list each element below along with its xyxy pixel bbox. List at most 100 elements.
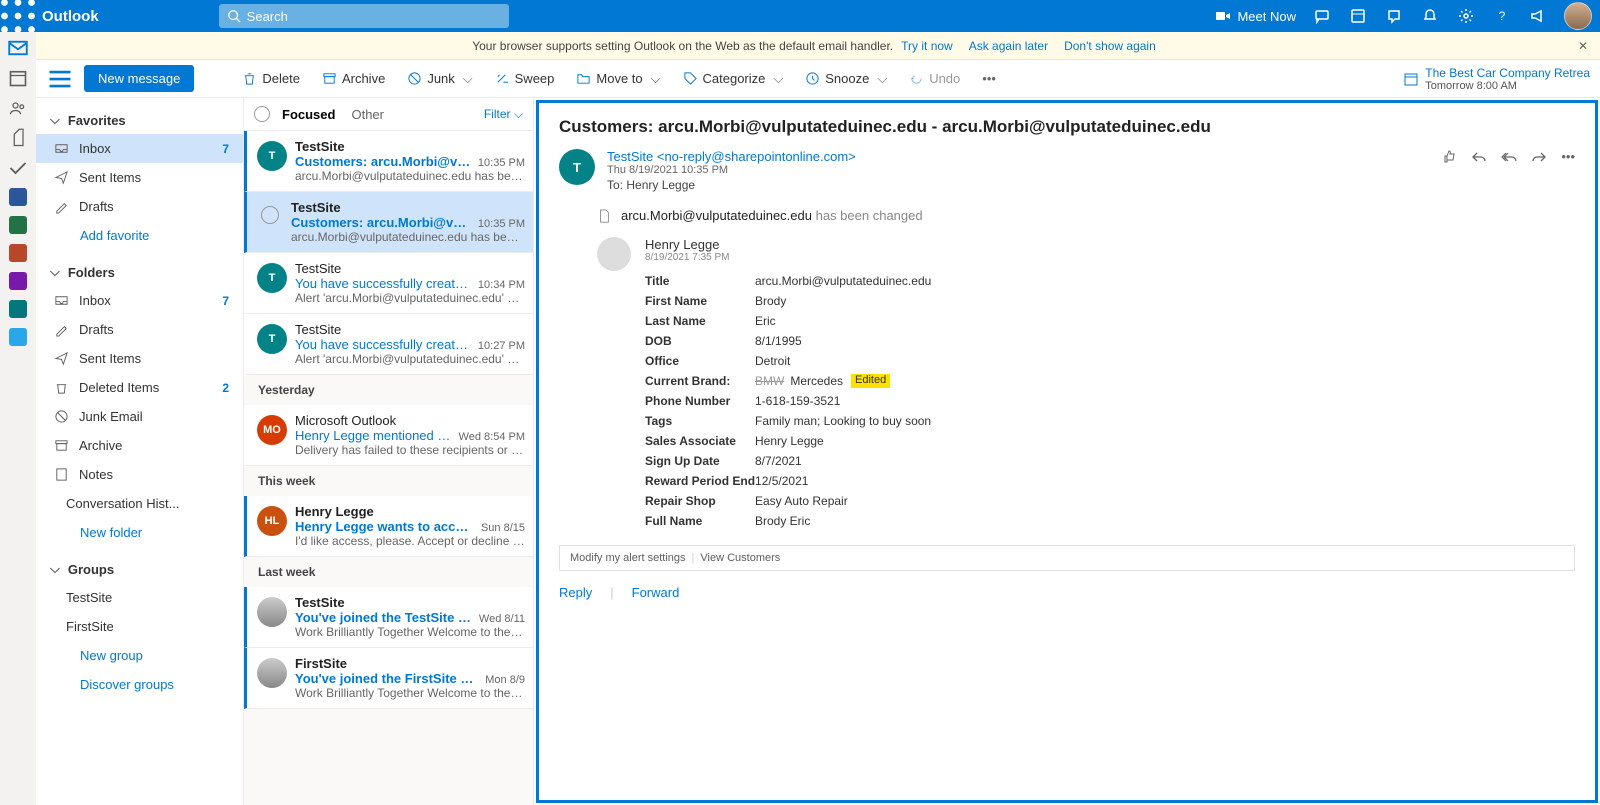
add-favorite[interactable]: Add favorite bbox=[36, 221, 243, 250]
snooze-button[interactable]: Snooze⌵ bbox=[797, 67, 895, 91]
user-avatar[interactable] bbox=[1564, 2, 1592, 30]
search-input[interactable] bbox=[247, 9, 501, 24]
yammer-icon[interactable] bbox=[9, 300, 27, 318]
banner-close-icon[interactable]: ✕ bbox=[1578, 39, 1588, 53]
banner-try-now[interactable]: Try it now bbox=[901, 39, 953, 53]
chat-icon[interactable] bbox=[1304, 0, 1340, 32]
bell-icon[interactable] bbox=[1412, 0, 1448, 32]
tips-icon[interactable] bbox=[1376, 0, 1412, 32]
more-icon[interactable]: ••• bbox=[1561, 149, 1575, 168]
message-time: Wed 8/11 bbox=[479, 613, 525, 625]
message-from: Henry Legge bbox=[295, 504, 525, 519]
archive-button[interactable]: Archive bbox=[314, 67, 393, 90]
people-icon[interactable] bbox=[8, 98, 28, 118]
calendar-icon[interactable] bbox=[8, 68, 28, 88]
powerpoint-icon[interactable] bbox=[9, 244, 27, 262]
more-button[interactable]: ••• bbox=[974, 67, 1004, 90]
message-item[interactable]: TestSiteCustomers: arcu.Morbi@vulputa...… bbox=[244, 192, 533, 253]
message-item[interactable]: TTestSiteCustomers: arcu.Morbi@vulputa..… bbox=[244, 131, 533, 192]
message-time: 10:27 PM bbox=[478, 340, 525, 352]
delete-button[interactable]: Delete bbox=[234, 67, 308, 90]
move-to-button[interactable]: Move to⌵ bbox=[568, 67, 668, 91]
megaphone-icon[interactable] bbox=[1520, 0, 1556, 32]
tag-icon bbox=[683, 71, 698, 86]
next-meeting-widget[interactable]: The Best Car Company RetreaTomorrow 8:00… bbox=[1403, 66, 1590, 92]
reply-link[interactable]: Reply bbox=[559, 585, 592, 600]
tab-other[interactable]: Other bbox=[351, 107, 384, 122]
favorites-header[interactable]: ⌵Favorites bbox=[36, 106, 243, 134]
word-icon[interactable] bbox=[9, 188, 27, 206]
trash-icon bbox=[54, 380, 69, 395]
nav-archive[interactable]: Archive bbox=[36, 431, 243, 460]
new-group[interactable]: New group bbox=[36, 641, 243, 670]
chevron-down-icon: ⌵ bbox=[463, 71, 473, 87]
message-item[interactable]: FirstSiteYou've joined the FirstSite gro… bbox=[244, 648, 533, 709]
modify-alert-link[interactable]: Modify my alert settings bbox=[570, 552, 686, 564]
forward-link[interactable]: Forward bbox=[632, 585, 680, 600]
message-time: 10:35 PM bbox=[478, 218, 525, 230]
files-icon[interactable] bbox=[8, 128, 28, 148]
nav-group-testsite[interactable]: TestSite bbox=[36, 583, 243, 612]
excel-icon[interactable] bbox=[9, 216, 27, 234]
nav-sent[interactable]: Sent Items bbox=[36, 163, 243, 192]
onenote-icon[interactable] bbox=[9, 272, 27, 290]
message-from: TestSite bbox=[291, 200, 525, 215]
tab-focused[interactable]: Focused bbox=[282, 107, 335, 122]
filter-button[interactable]: Filter ⌵ bbox=[484, 107, 523, 122]
message-from: TestSite bbox=[295, 595, 525, 610]
app-launcher[interactable] bbox=[0, 0, 36, 32]
reply-all-icon[interactable] bbox=[1501, 149, 1517, 168]
message-item[interactable]: TestSiteYou've joined the TestSite group… bbox=[244, 587, 533, 648]
message-item[interactable]: MOMicrosoft OutlookHenry Legge mentioned… bbox=[244, 405, 533, 466]
meet-now-button[interactable]: Meet Now bbox=[1211, 0, 1304, 32]
nav-sent-2[interactable]: Sent Items bbox=[36, 344, 243, 373]
nav-deleted[interactable]: Deleted Items2 bbox=[36, 373, 243, 402]
new-message-button[interactable]: New message bbox=[84, 65, 194, 92]
message-item[interactable]: TTestSiteYou have successfully created a… bbox=[244, 253, 533, 314]
select-all-checkbox[interactable] bbox=[254, 106, 270, 122]
categorize-button[interactable]: Categorize⌵ bbox=[675, 67, 792, 91]
nav-inbox-2[interactable]: Inbox7 bbox=[36, 286, 243, 315]
folders-header[interactable]: ⌵Folders bbox=[36, 258, 243, 286]
new-folder[interactable]: New folder bbox=[36, 518, 243, 547]
myday-icon[interactable] bbox=[1340, 0, 1376, 32]
message-item[interactable]: TTestSiteYou have successfully created a… bbox=[244, 314, 533, 375]
mail-icon[interactable] bbox=[8, 38, 28, 58]
sender-avatar bbox=[257, 597, 287, 627]
nav-group-firstsite[interactable]: FirstSite bbox=[36, 612, 243, 641]
folder-nav: ⌵Favorites Inbox7 Sent Items Drafts Add … bbox=[36, 98, 244, 805]
message-preview: Work Brilliantly Together Welcome to the… bbox=[295, 625, 525, 639]
nav-inbox[interactable]: Inbox7 bbox=[36, 134, 243, 163]
groups-header[interactable]: ⌵Groups bbox=[36, 555, 243, 583]
message-preview: arcu.Morbi@vulputateduinec.edu has been … bbox=[291, 230, 525, 244]
bookings-icon[interactable] bbox=[9, 328, 27, 346]
banner-ask-later[interactable]: Ask again later bbox=[969, 39, 1048, 53]
search-box[interactable] bbox=[219, 4, 509, 28]
view-customers-link[interactable]: View Customers bbox=[700, 552, 780, 564]
undo-icon bbox=[909, 71, 924, 86]
like-icon[interactable] bbox=[1441, 149, 1457, 168]
message-item[interactable]: HLHenry LeggeHenry Legge wants to access… bbox=[244, 496, 533, 557]
nav-notes[interactable]: Notes bbox=[36, 460, 243, 489]
discover-groups[interactable]: Discover groups bbox=[36, 670, 243, 699]
message-checkbox[interactable] bbox=[261, 206, 279, 224]
sweep-button[interactable]: Sweep bbox=[487, 67, 563, 90]
nav-drafts[interactable]: Drafts bbox=[36, 192, 243, 221]
help-icon[interactable]: ? bbox=[1484, 0, 1520, 32]
nav-junk[interactable]: Junk Email bbox=[36, 402, 243, 431]
banner-dont-show[interactable]: Don't show again bbox=[1064, 39, 1156, 53]
junk-button[interactable]: Junk⌵ bbox=[399, 67, 480, 91]
edit-timestamp: 8/19/2021 7:35 PM bbox=[645, 252, 931, 263]
nav-drafts-2[interactable]: Drafts bbox=[36, 315, 243, 344]
reply-icon[interactable] bbox=[1471, 149, 1487, 168]
nav-conversation-history[interactable]: Conversation Hist... bbox=[36, 489, 243, 518]
send-icon bbox=[54, 351, 69, 366]
undo-button[interactable]: Undo bbox=[901, 67, 968, 90]
forward-icon[interactable] bbox=[1531, 149, 1547, 168]
archive-icon bbox=[322, 71, 337, 86]
sender-avatar: T bbox=[559, 149, 595, 185]
todo-icon[interactable] bbox=[8, 158, 28, 178]
settings-icon[interactable] bbox=[1448, 0, 1484, 32]
hamburger-icon[interactable] bbox=[46, 65, 74, 93]
message-from: TestSite bbox=[295, 139, 525, 154]
